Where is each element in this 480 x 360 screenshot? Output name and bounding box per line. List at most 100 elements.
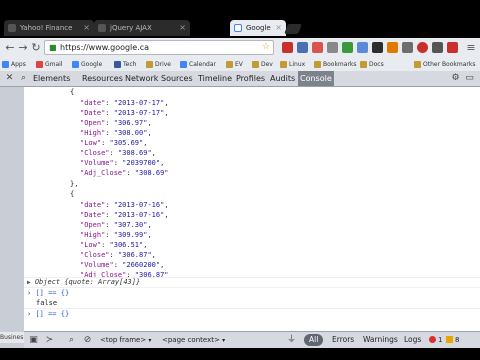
- console-object[interactable]: ▶ Object {quote: Array[43]}: [27, 277, 140, 287]
- tab-audits[interactable]: Audits: [268, 71, 297, 86]
- tab-console[interactable]: Console: [298, 71, 334, 86]
- tab-google[interactable]: Google ×: [230, 20, 286, 36]
- status-url-bubble: Busines: [0, 332, 24, 343]
- filter-all[interactable]: All: [304, 334, 324, 346]
- extension-icon[interactable]: [372, 42, 383, 53]
- dock-icon[interactable]: ▭: [464, 73, 475, 84]
- url-text: https://www.google.ca: [60, 43, 150, 52]
- search-icon[interactable]: ⌕: [66, 335, 77, 346]
- dock-side-icon[interactable]: ▣: [28, 335, 39, 346]
- folder-icon: [280, 61, 287, 68]
- tab-timeline[interactable]: Timeline: [196, 71, 234, 86]
- page-viewport-strip: [0, 87, 24, 331]
- back-arrow-icon[interactable]: ←: [3, 41, 17, 55]
- new-tab-button[interactable]: [284, 24, 302, 34]
- tab-label: Google: [246, 24, 271, 32]
- jquery-favicon-icon: [98, 24, 106, 32]
- extension-icon[interactable]: [297, 42, 308, 53]
- json-entry: "Open": "306.97",: [80, 119, 152, 127]
- bookmark-dev[interactable]: Dev: [252, 59, 273, 70]
- console-tail: ▶ Object {quote: Array[43]} › [] == {} f…: [24, 277, 480, 331]
- frame-select[interactable]: <top frame> ▾: [100, 334, 151, 346]
- console-result: false: [36, 299, 58, 307]
- close-tab-icon[interactable]: ×: [179, 20, 186, 36]
- extension-icon[interactable]: [432, 42, 443, 53]
- tab-yahoo-finance[interactable]: Yahoo! Finance ×: [4, 20, 94, 36]
- tab-profiles[interactable]: Profiles: [234, 71, 267, 86]
- bookmark-ev[interactable]: EV: [226, 59, 243, 70]
- extension-icon[interactable]: [312, 42, 323, 53]
- prompt-caret-icon: ›: [27, 289, 32, 297]
- divider: [24, 308, 480, 309]
- bookmark-star-icon[interactable]: ☆: [262, 41, 270, 54]
- warning-count[interactable]: 8: [455, 334, 459, 346]
- context-select[interactable]: <page context> ▾: [162, 334, 225, 346]
- tab-strip: Yahoo! Finance × jQuery AJAX × Google ×: [0, 10, 480, 38]
- json-entry: "Date": "2013-07-16",: [80, 211, 169, 219]
- console-line: },: [70, 180, 79, 188]
- console-prompt-input[interactable]: › [] == {}: [27, 309, 69, 319]
- extension-icon[interactable]: [387, 42, 398, 53]
- extension-icon[interactable]: [417, 42, 428, 53]
- bookmark-google[interactable]: Google: [72, 59, 102, 70]
- tab-sources[interactable]: Sources: [159, 71, 195, 86]
- tab-label: Yahoo! Finance: [20, 24, 73, 32]
- extension-icon[interactable]: [282, 42, 293, 53]
- extension-icon[interactable]: [402, 42, 413, 53]
- reload-icon[interactable]: ↻: [29, 41, 43, 55]
- console-command: › [] == {}: [27, 289, 70, 297]
- devtools-status-bar: ▣ ≻ ⌕ ⊘ <top frame> ▾ <page context> ▾ ⏚…: [24, 331, 480, 348]
- tab-resources[interactable]: Resources: [80, 71, 125, 86]
- filter-logs[interactable]: Logs: [402, 334, 423, 346]
- folder-icon: [414, 61, 421, 68]
- bookmark-bookmarks[interactable]: Bookmarks: [314, 59, 357, 70]
- prompt-caret-icon: ›: [27, 310, 32, 318]
- extension-icon[interactable]: [357, 42, 368, 53]
- gmail-icon: [36, 61, 43, 68]
- show-drawer-icon[interactable]: ≻: [44, 335, 55, 346]
- tab-network[interactable]: Network: [123, 71, 160, 86]
- json-entry: "Volume": "2039700",: [80, 159, 165, 167]
- error-badge-icon[interactable]: [429, 336, 436, 343]
- bookmark-docs[interactable]: Docs: [360, 59, 384, 70]
- bookmark-gmail[interactable]: Gmail: [36, 59, 63, 70]
- bookmark-calendar[interactable]: Calendar: [180, 59, 216, 70]
- warning-badge-icon[interactable]: [446, 336, 453, 343]
- filter-icon[interactable]: ⏚: [286, 335, 297, 346]
- yahoo-favicon-icon: [8, 24, 16, 32]
- clear-console-icon[interactable]: ⊘: [82, 335, 93, 346]
- folder-icon: [314, 61, 321, 68]
- menu-icon[interactable]: ≡: [464, 41, 478, 55]
- close-tab-icon[interactable]: ×: [83, 20, 90, 36]
- dropdown-arrow-icon: ▾: [148, 337, 152, 344]
- tab-jquery-ajax[interactable]: jQuery AJAX ×: [94, 20, 190, 36]
- bookmark-apps[interactable]: Apps: [2, 59, 26, 70]
- extension-icon[interactable]: [327, 42, 338, 53]
- console-line: {: [70, 88, 75, 96]
- forward-arrow-icon[interactable]: →: [16, 41, 30, 55]
- close-devtools-icon[interactable]: ✕: [4, 73, 15, 84]
- json-entry: "Open": "307.30",: [80, 221, 152, 229]
- filter-warnings[interactable]: Warnings: [361, 334, 400, 346]
- settings-gear-icon[interactable]: ⚙: [450, 73, 461, 84]
- expand-triangle-icon: ▶: [27, 279, 31, 286]
- close-tab-icon[interactable]: ×: [275, 20, 282, 36]
- dropdown-arrow-icon: ▾: [222, 337, 226, 344]
- bookmark-drive[interactable]: Drive: [146, 59, 171, 70]
- site-icon: [114, 61, 121, 68]
- address-bar[interactable]: ■ https://www.google.ca ☆: [44, 40, 274, 55]
- folder-icon: [226, 61, 233, 68]
- extension-icon[interactable]: [342, 42, 353, 53]
- error-count[interactable]: 1: [438, 334, 442, 346]
- inspect-icon[interactable]: ⌕: [18, 73, 29, 84]
- tab-elements[interactable]: Elements: [31, 71, 72, 86]
- bookmark-tech[interactable]: Tech: [114, 59, 136, 70]
- json-entry: "date": "2013-07-16",: [80, 201, 169, 209]
- bookmark-linux[interactable]: Linux: [280, 59, 305, 70]
- google-icon: [72, 61, 79, 68]
- extension-icon[interactable]: [447, 42, 458, 53]
- bookmark-other[interactable]: Other Bookmarks: [414, 59, 475, 70]
- console-line: {: [70, 190, 75, 198]
- lock-icon: ■: [49, 43, 57, 52]
- filter-errors[interactable]: Errors: [330, 334, 356, 346]
